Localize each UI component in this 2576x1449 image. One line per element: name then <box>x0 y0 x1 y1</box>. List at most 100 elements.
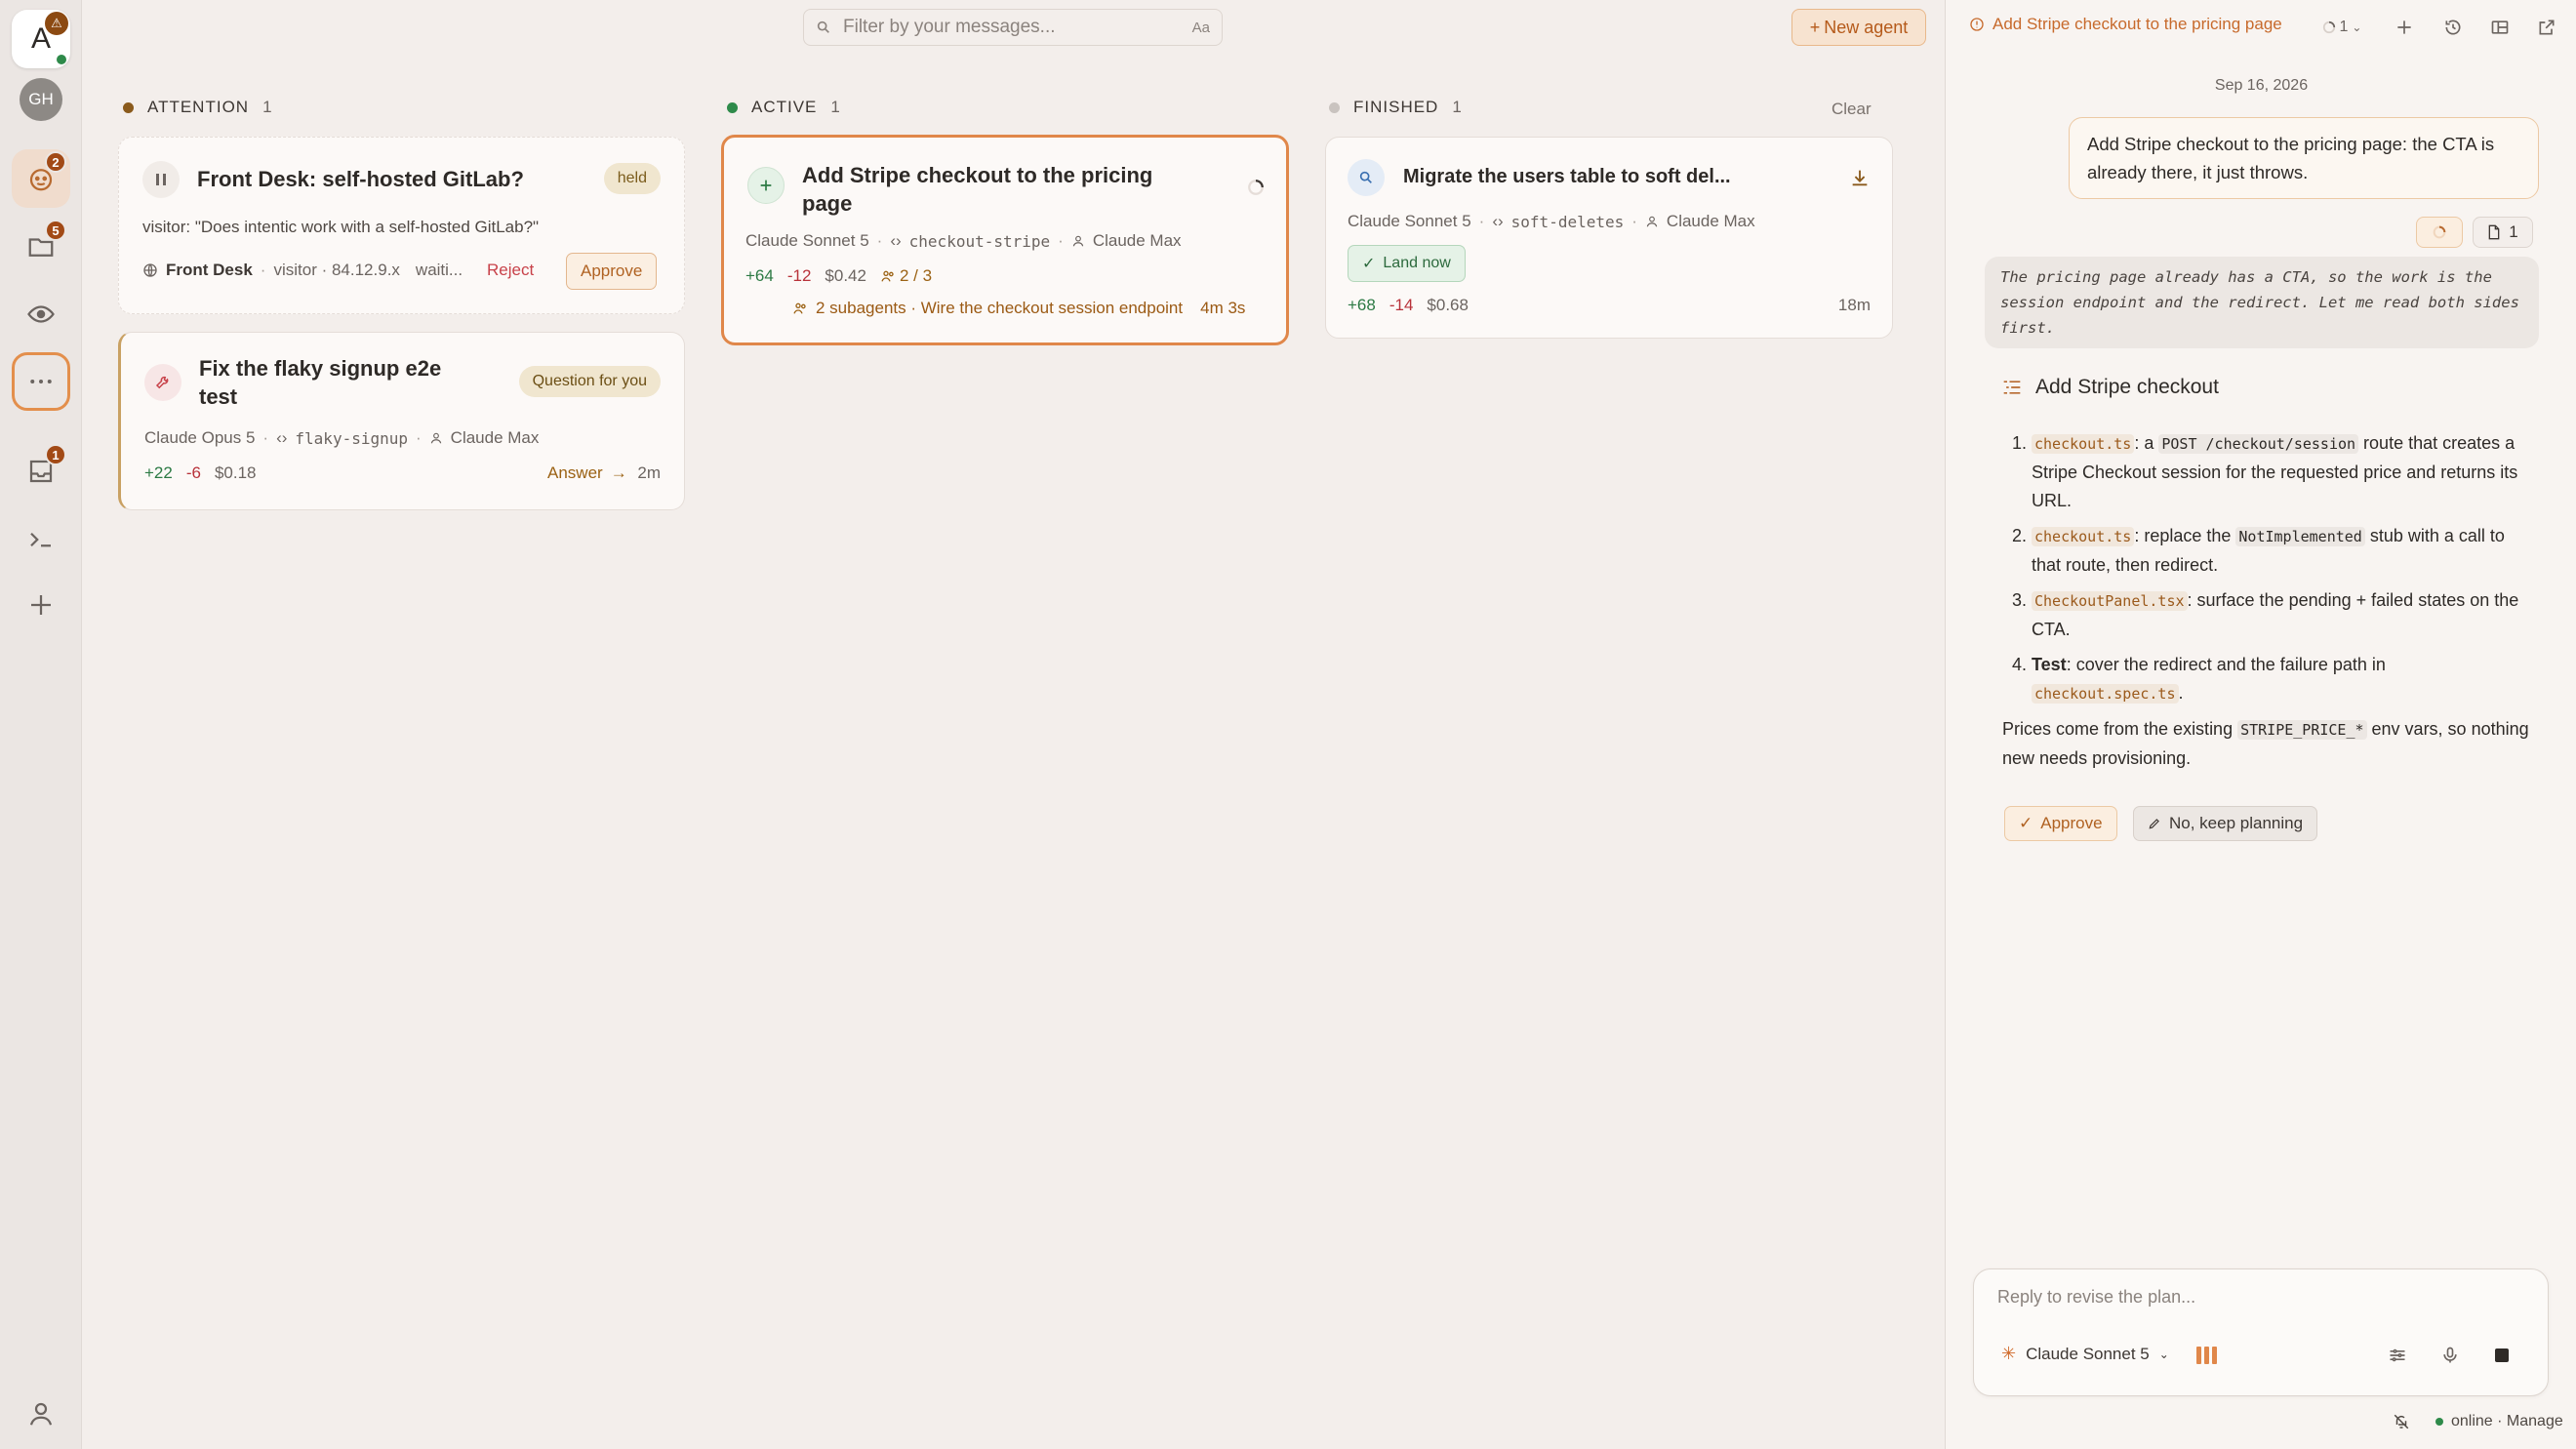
list-icon <box>2003 381 2021 394</box>
subagents-row[interactable]: 2 subagents · Wire the checkout session … <box>792 299 1245 318</box>
active-column-header: ACTIVE 1 <box>727 98 841 117</box>
globe-icon <box>143 263 157 277</box>
attention-column-header: ATTENTION 1 <box>123 98 273 117</box>
card-title: Migrate the users table to soft del... <box>1403 166 1731 187</box>
model-name: Claude Sonnet 5 <box>1348 212 1471 230</box>
approve-label: Approve <box>581 262 643 280</box>
search-icon <box>817 20 829 33</box>
land-now-button[interactable]: ✓ Land now <box>1348 245 1466 282</box>
microphone-icon[interactable] <box>2440 1346 2460 1365</box>
plus-icon <box>2397 20 2411 34</box>
reject-button[interactable]: Reject <box>487 261 534 280</box>
file-ref[interactable]: checkout.ts <box>2032 434 2135 454</box>
connection-status[interactable]: online · Manage <box>2393 1413 2563 1430</box>
settings-sliders-icon[interactable] <box>2388 1346 2407 1365</box>
new-agent-button[interactable]: + New agent <box>1791 9 1926 46</box>
user-icon <box>430 432 441 444</box>
stop-icon[interactable] <box>2495 1348 2509 1362</box>
inline-code: NotImplemented <box>2235 527 2365 546</box>
source-label: Front Desk <box>166 261 253 279</box>
model-name: Claude Sonnet 5 <box>745 231 869 250</box>
finished-status-dot <box>1329 101 1340 113</box>
plan-body: checkout.ts: a POST /checkout/session ro… <box>2002 429 2529 773</box>
migrate-users-card[interactable]: Migrate the users table to soft del... C… <box>1325 137 1893 339</box>
spinner-icon <box>1248 180 1264 195</box>
flaky-signup-card[interactable]: Fix the flaky signup e2e test Question f… <box>118 332 685 510</box>
match-case-toggle[interactable]: Aa <box>1192 20 1210 36</box>
plan-step: checkout.ts: replace the NotImplemented … <box>2032 522 2529 580</box>
avatar[interactable]: GH <box>20 78 62 121</box>
answer-button[interactable]: Answer → <box>547 463 627 483</box>
check-icon: ✓ <box>2019 814 2033 832</box>
front-desk-meta: Front Desk · visitor · 84.12.9.x waiti..… <box>142 261 463 280</box>
online-dot <box>57 55 66 64</box>
runs-dropdown[interactable]: 1 ⌄ <box>2313 14 2371 41</box>
model-selector[interactable]: ✳ Claude Sonnet 5 ⌄ <box>2001 1344 2169 1364</box>
code-icon: ‹› <box>890 231 902 250</box>
file-ref[interactable]: checkout.ts <box>2032 527 2135 546</box>
app-logo-button[interactable]: A ⚠ <box>12 10 70 68</box>
branch-name: flaky-signup <box>295 428 408 448</box>
rail-projects-button[interactable]: 5 <box>12 218 70 276</box>
projects-badge: 5 <box>45 220 66 241</box>
bell-off-icon <box>2394 1414 2409 1429</box>
diff-stats: +64 -12 $0.42 2 / 3 <box>745 266 932 286</box>
history-button[interactable] <box>2439 14 2467 41</box>
approve-button[interactable]: Approve <box>566 253 658 290</box>
lines-added: +64 <box>745 266 774 285</box>
new-tab-button[interactable] <box>2391 14 2418 41</box>
approve-plan-button[interactable]: ✓ Approve <box>2004 806 2117 841</box>
effort-bars-icon[interactable] <box>2196 1347 2217 1364</box>
file-ref[interactable]: CheckoutPanel.tsx <box>2032 591 2188 611</box>
card-title: Fix the flaky signup e2e test <box>199 356 442 409</box>
column-title: ATTENTION <box>147 98 250 116</box>
front-desk-card[interactable]: Front Desk: self-hosted GitLab? held vis… <box>118 137 685 314</box>
thinking-toggle[interactable] <box>2416 217 2463 248</box>
keep-planning-button[interactable]: No, keep planning <box>2133 806 2318 841</box>
file-icon <box>2488 224 2500 240</box>
diff-stats: +22 -6 $0.18 <box>144 463 257 483</box>
card-title: Add Stripe checkout to the pricing page <box>802 163 1153 216</box>
rail-terminal-button[interactable] <box>12 510 70 569</box>
rail-watch-button[interactable] <box>12 285 70 343</box>
runs-count: 1 <box>2339 19 2349 35</box>
status-text: online · Manage <box>2451 1413 2563 1429</box>
open-external-button[interactable] <box>2533 14 2560 41</box>
user-icon <box>1072 235 1084 247</box>
spinner-icon <box>2433 225 2446 239</box>
rail-add-button[interactable] <box>12 576 70 634</box>
rail-account-button[interactable] <box>12 1385 70 1443</box>
approve-label: Approve <box>2040 814 2103 832</box>
visitor-quote: visitor: "Does intentic work with a self… <box>142 218 540 236</box>
inline-code: POST /checkout/session <box>2158 434 2359 454</box>
lines-removed: -6 <box>185 463 201 482</box>
more-dots-icon <box>30 380 52 383</box>
rail-inbox-button[interactable]: 1 <box>12 442 70 501</box>
reply-input[interactable]: Reply to revise the plan... <box>1997 1287 2195 1308</box>
spinner-icon <box>2322 20 2335 34</box>
left-rail: A ⚠ GH 2 5 1 <box>0 0 82 1449</box>
chevron-down-icon: ⌄ <box>2158 1347 2169 1361</box>
files-toggle[interactable]: 1 <box>2473 217 2533 248</box>
download-icon[interactable] <box>1849 167 1871 188</box>
plan-title: Add Stripe checkout <box>2035 376 2219 398</box>
active-status-dot <box>727 101 738 113</box>
history-icon <box>2445 20 2461 35</box>
cost: $0.42 <box>825 266 866 285</box>
file-ref[interactable]: checkout.spec.ts <box>2032 684 2179 704</box>
avatar-initials: GH <box>28 90 54 108</box>
rail-agents-button[interactable]: 2 <box>12 149 70 208</box>
inbox-badge: 1 <box>45 444 66 465</box>
stripe-checkout-card[interactable]: Add Stripe checkout to the pricing page … <box>721 135 1289 345</box>
claude-star-icon: ✳ <box>2001 1344 2017 1363</box>
plan-step: checkout.ts: a POST /checkout/session ro… <box>2032 429 2529 515</box>
agents-badge: 2 <box>45 151 66 173</box>
user-message: Add Stripe checkout to the pricing page:… <box>2069 117 2539 199</box>
alert-circle-icon <box>1970 18 1984 31</box>
clear-finished-button[interactable]: Clear <box>1831 100 1872 119</box>
message-filter[interactable]: Filter by your messages... Aa <box>803 9 1223 46</box>
rail-more-button[interactable] <box>12 352 70 411</box>
panel-title[interactable]: Add Stripe checkout to the pricing page <box>1969 15 2282 34</box>
layout-button[interactable] <box>2486 14 2514 41</box>
cost: $0.18 <box>214 463 257 482</box>
